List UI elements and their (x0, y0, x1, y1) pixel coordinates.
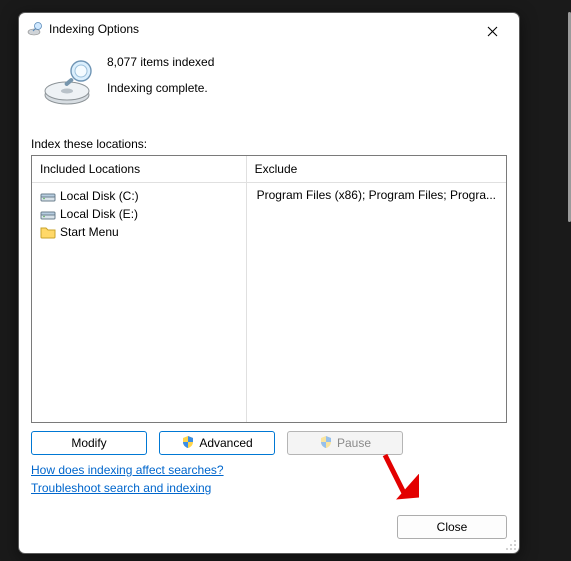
drive-icon (40, 206, 56, 222)
included-column: Included Locations Local Disk (C:) Local… (32, 156, 246, 422)
indexing-large-icon (37, 49, 101, 113)
excluded-column: Exclude Program Files (x86); Program Fil… (246, 156, 506, 422)
shield-icon (319, 435, 333, 452)
excluded-body: Program Files (x86); Program Files; Prog… (247, 183, 506, 422)
list-item-label: Local Disk (E:) (60, 207, 138, 221)
shield-icon (181, 435, 195, 452)
list-item[interactable]: Local Disk (C:) (38, 187, 240, 205)
help-links: How does indexing affect searches? Troub… (31, 459, 507, 499)
folder-icon (40, 224, 56, 240)
window-close-button[interactable] (471, 17, 513, 41)
modify-button[interactable]: Modify (31, 431, 147, 455)
how-indexing-link[interactable]: How does indexing affect searches? (31, 463, 224, 477)
indexing-options-dialog: Indexing Options 8,077 items ind (18, 12, 520, 554)
list-item[interactable]: Program Files (x86); Program Files; Prog… (253, 187, 500, 203)
window-title: Indexing Options (49, 22, 471, 36)
footer: Close (19, 507, 519, 553)
status-row: 8,077 items indexed Indexing complete. (31, 49, 507, 113)
indexing-icon (27, 21, 43, 37)
included-body: Local Disk (C:) Local Disk (E:) Start Me… (32, 183, 246, 422)
excluded-header[interactable]: Exclude (247, 156, 506, 183)
included-header[interactable]: Included Locations (32, 156, 246, 183)
resize-grip-icon[interactable] (505, 539, 517, 551)
locations-listbox[interactable]: Included Locations Local Disk (C:) Local… (31, 155, 507, 423)
list-item[interactable]: Start Menu (38, 223, 240, 241)
indexing-state: Indexing complete. (107, 81, 507, 95)
titlebar: Indexing Options (19, 13, 519, 43)
list-item[interactable]: Local Disk (E:) (38, 205, 240, 223)
locations-label: Index these locations: (31, 137, 507, 151)
list-item-label: Local Disk (C:) (60, 189, 139, 203)
close-icon (487, 26, 498, 37)
status-text: 8,077 items indexed Indexing complete. (107, 49, 507, 113)
dialog-body: 8,077 items indexed Indexing complete. I… (19, 43, 519, 507)
troubleshoot-link[interactable]: Troubleshoot search and indexing (31, 481, 211, 495)
button-row: Modify Advanced (31, 431, 507, 455)
indexed-count: 8,077 items indexed (107, 55, 507, 69)
pause-button: Pause (287, 431, 403, 455)
advanced-button[interactable]: Advanced (159, 431, 275, 455)
close-button[interactable]: Close (397, 515, 507, 539)
drive-icon (40, 188, 56, 204)
list-item-label: Start Menu (60, 225, 119, 239)
